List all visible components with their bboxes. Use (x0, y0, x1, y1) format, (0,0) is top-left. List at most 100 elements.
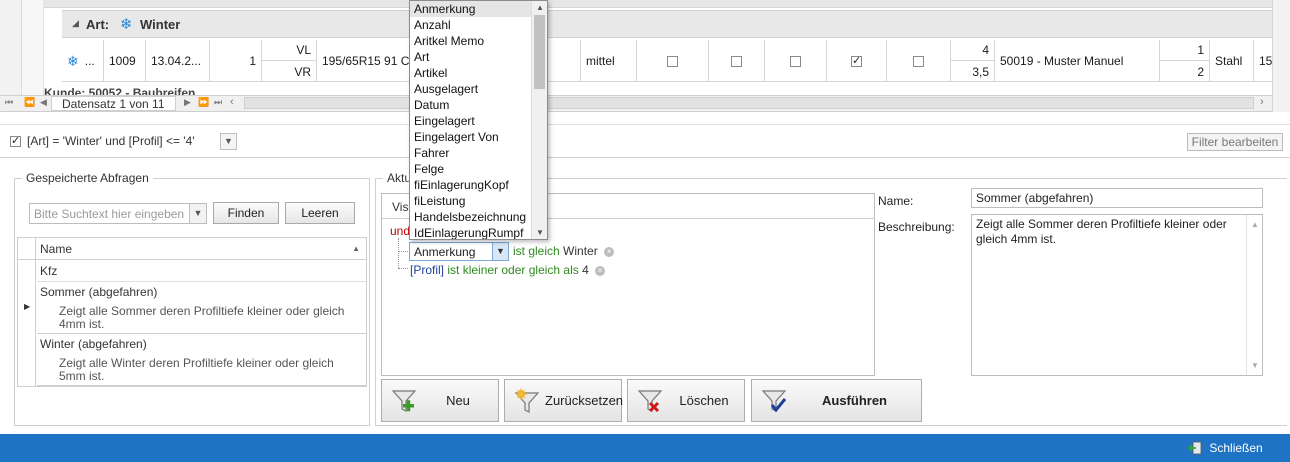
list-item-description: Zeigt alle Sommer deren Profiltiefe klei… (37, 302, 366, 334)
current-row-icon: ▶ (24, 302, 31, 311)
cell-check-2[interactable] (709, 40, 765, 82)
remove-condition-icon[interactable]: × (595, 265, 606, 276)
dropdown-option[interactable]: Aritkel Memo (410, 33, 531, 49)
cell-nr: 1009 (104, 40, 146, 82)
n-top: 1 (1160, 40, 1209, 61)
dropdown-option[interactable]: Eingelagert Von (410, 129, 531, 145)
cell-check-4[interactable] (827, 40, 887, 82)
search-input[interactable]: Bitte Suchtext hier eingeben ▼ (29, 203, 207, 224)
next-record-icon[interactable]: ▶ (184, 97, 191, 108)
scroll-up-icon[interactable]: ▲ (1251, 217, 1259, 232)
checkbox-1[interactable] (667, 55, 678, 67)
dropdown-option[interactable]: Felge (410, 161, 531, 177)
remove-condition-icon[interactable]: × (604, 246, 615, 257)
description-text: Zeigt alle Sommer deren Profiltiefe klei… (976, 217, 1227, 246)
cell-anzahl: 1 (210, 40, 262, 82)
cell-kunde: 50019 - Muster Manuel (995, 40, 1160, 82)
checkbox-2[interactable] (731, 55, 742, 67)
funnel-delete-icon (637, 390, 663, 413)
description-field[interactable]: Zeigt alle Sommer deren Profiltiefe klei… (971, 214, 1263, 376)
description-label: Beschreibung: (878, 220, 955, 234)
close-button[interactable]: Schließen (1188, 441, 1263, 455)
tab-visual[interactable]: Vis (392, 200, 408, 214)
collapse-triangle-icon[interactable]: ◢ (72, 18, 79, 29)
dropdown-option[interactable]: Anmerkung (410, 1, 531, 17)
scroll-up-icon[interactable]: ▲ (536, 3, 544, 12)
grid-top-strip (44, 0, 1272, 8)
dropdown-option[interactable]: Handelsbezeichnung (410, 209, 531, 225)
dropdown-option[interactable]: Ausgelagert (410, 81, 531, 97)
dropdown-option[interactable]: IdEinlagerungRumpf (410, 225, 531, 239)
cell-check-1[interactable] (637, 40, 709, 82)
condition-field[interactable]: [Profil] (410, 263, 444, 277)
group-value: Winter (140, 17, 181, 32)
column-header-name[interactable]: Name (40, 242, 72, 256)
next-page-icon[interactable]: ⏩ (198, 97, 209, 108)
dropdown-option[interactable]: Eingelagert (410, 113, 531, 129)
cell-check-5[interactable] (887, 40, 951, 82)
group-row-art[interactable]: ◢ Art: ❄ Winter (62, 10, 1272, 38)
condition-2: [Profil] ist kleiner oder gleich als 4 × (410, 263, 606, 277)
chevron-down-icon[interactable]: ▼ (189, 204, 206, 223)
dropdown-option[interactable]: Anzahl (410, 17, 531, 33)
scroll-down-icon[interactable]: ▼ (536, 228, 544, 237)
prev-page-icon[interactable]: ⏪ (24, 97, 35, 108)
field-dropdown-list[interactable]: Anmerkung Anzahl Aritkel Memo Art Artike… (409, 0, 548, 240)
checkbox-5[interactable] (913, 55, 924, 67)
dropdown-option[interactable]: Artikel (410, 65, 531, 81)
condition-value[interactable]: 4 (582, 263, 589, 277)
filter-expression[interactable]: [Art] = 'Winter' und [Profil] <= '4' (27, 134, 195, 148)
list-item[interactable]: Winter (abgefahren) (37, 334, 366, 354)
find-button[interactable]: Finden (213, 202, 279, 224)
cell-profil: 4 3,5 (951, 40, 995, 82)
list-header: Name ▲ (18, 238, 366, 260)
execute-button[interactable]: Ausführen (751, 379, 922, 422)
delete-button[interactable]: Löschen (627, 379, 745, 422)
reset-button[interactable]: Zurücksetzen (504, 379, 623, 422)
list-item[interactable]: Kfz (37, 260, 366, 282)
clear-button[interactable]: Leeren (285, 202, 355, 224)
checkbox-3[interactable] (790, 55, 801, 67)
dropdown-scrollbar[interactable]: ▲ ▼ (531, 1, 547, 239)
funnel-reset-icon (514, 388, 540, 413)
description-scrollbar[interactable]: ▲ ▼ (1246, 215, 1262, 375)
dropdown-option[interactable]: fiLeistung (410, 193, 531, 209)
filter-history-dropdown[interactable]: ▼ (220, 133, 237, 150)
dropdown-option[interactable]: Art (410, 49, 531, 65)
scroll-left-icon[interactable]: ‹ (230, 96, 234, 108)
list-indicator-column (18, 260, 36, 386)
field-select[interactable]: Anmerkung ▼ (409, 242, 509, 261)
scroll-right-icon[interactable]: › (1260, 96, 1264, 108)
desc-line: Zeigt alle Sommer deren Profiltiefe klei… (59, 304, 345, 318)
new-button[interactable]: Neu (381, 379, 499, 422)
scroll-down-icon[interactable]: ▼ (1251, 358, 1259, 373)
vertical-scrollbar[interactable] (1272, 0, 1290, 112)
dropdown-option[interactable]: Datum (410, 97, 531, 113)
dropdown-option[interactable]: fiEinlagerungKopf (410, 177, 531, 193)
checkbox-4[interactable] (851, 54, 862, 67)
first-record-icon[interactable]: ⏮ (5, 97, 13, 108)
condition-value[interactable]: Winter (563, 244, 598, 258)
cell-reifen: 195/65R15 91 C (317, 40, 412, 82)
chevron-down-icon[interactable]: ▼ (492, 243, 508, 260)
cell-extra: 15 (1259, 54, 1272, 68)
dropdown-option[interactable]: Fahrer (410, 145, 531, 161)
last-record-icon[interactable]: ⏭ (214, 97, 222, 108)
field-select-value: Anmerkung (414, 245, 476, 259)
filter-enabled-checkbox[interactable] (10, 134, 21, 147)
edit-filter-button[interactable]: Filter bearbeiten (1187, 133, 1283, 151)
condition-operator[interactable]: ist gleich (513, 244, 560, 258)
list-item[interactable]: Sommer (abgefahren) (37, 282, 366, 302)
scrollbar-thumb[interactable] (534, 15, 545, 89)
record-position: Datensatz 1 von 11 (51, 96, 176, 111)
condition-operator[interactable]: ist kleiner oder gleich als (447, 263, 578, 277)
group-label: Art: (86, 17, 110, 32)
new-button-label: Neu (446, 393, 470, 408)
name-field[interactable]: Sommer (abgefahren) (971, 188, 1263, 208)
table-row[interactable]: ❄ ... 1009 13.04.2... 1 VL VR 195/65R15 … (62, 40, 1272, 82)
prev-record-icon[interactable]: ◀ (40, 97, 47, 108)
logic-operator[interactable]: und (390, 224, 410, 238)
horizontal-scrollbar[interactable] (244, 97, 1254, 109)
search-placeholder: Bitte Suchtext hier eingeben (34, 207, 185, 221)
cell-check-3[interactable] (765, 40, 827, 82)
